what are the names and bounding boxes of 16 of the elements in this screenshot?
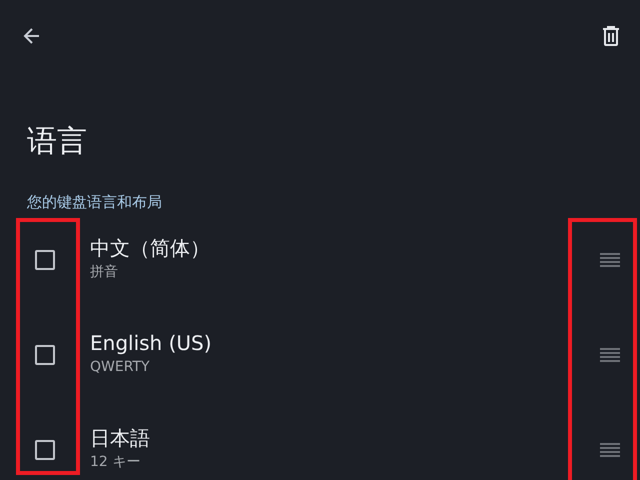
trash-icon[interactable] bbox=[602, 26, 620, 46]
checkbox[interactable] bbox=[35, 250, 55, 270]
language-name: English (US) bbox=[90, 330, 212, 356]
section-heading: 您的键盘语言和布局 bbox=[27, 192, 163, 212]
layout-name: QWERTY bbox=[90, 358, 150, 376]
layout-name: 12 キー bbox=[90, 452, 140, 472]
drag-handle-icon[interactable] bbox=[600, 442, 620, 458]
checkbox[interactable] bbox=[35, 344, 55, 364]
page-title: 语言 bbox=[27, 123, 88, 161]
back-icon[interactable] bbox=[22, 26, 42, 46]
language-name: 中文（简体） bbox=[90, 234, 210, 262]
drag-handle-icon[interactable] bbox=[600, 252, 620, 268]
checkbox[interactable] bbox=[35, 440, 55, 460]
layout-name: 拼音 bbox=[90, 262, 118, 282]
drag-handle-icon[interactable] bbox=[600, 346, 620, 362]
language-name: 日本語 bbox=[90, 424, 150, 452]
